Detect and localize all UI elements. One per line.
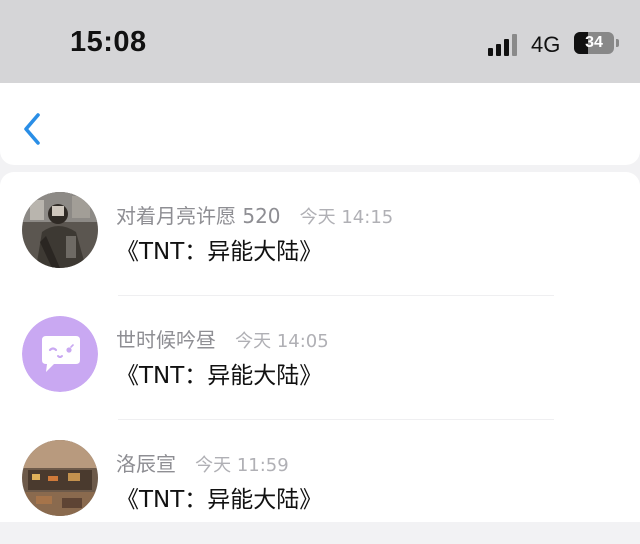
notification-meta: 洛辰宣 今天 11:59 bbox=[116, 448, 289, 477]
navigation-bar bbox=[0, 83, 640, 165]
battery-percent: 34 bbox=[585, 34, 603, 51]
status-bar: 15:08 4G 34 bbox=[0, 0, 640, 83]
back-button[interactable] bbox=[18, 111, 48, 147]
timestamp: 今天 14:15 bbox=[299, 207, 394, 228]
sender-name[interactable]: 洛辰宣 bbox=[116, 452, 176, 476]
battery-icon: 34 bbox=[574, 32, 614, 54]
user-avatar[interactable] bbox=[22, 440, 98, 516]
message-text[interactable]: 《TNT：异能大陆》 bbox=[116, 232, 322, 266]
message-text[interactable]: 《TNT：异能大陆》 bbox=[116, 480, 322, 514]
notification-meta: 世时候吟昼 今天 14:05 bbox=[116, 324, 329, 353]
sender-name[interactable]: 世时候吟昼 bbox=[116, 328, 216, 352]
network-type: 4G bbox=[531, 32, 561, 57]
message-text[interactable]: 《TNT：异能大陆》 bbox=[116, 356, 322, 390]
user-avatar[interactable] bbox=[22, 316, 98, 392]
battery-cap bbox=[616, 39, 619, 47]
list-item[interactable]: 洛辰宣 今天 11:59 《TNT：异能大陆》 bbox=[0, 420, 640, 544]
user-avatar[interactable] bbox=[22, 192, 98, 268]
timestamp: 今天 11:59 bbox=[195, 455, 289, 476]
status-time: 15:08 bbox=[70, 26, 147, 58]
signal-strength-icon bbox=[488, 34, 520, 56]
list-item[interactable]: 对着月亮许愿 520 今天 14:15 《TNT：异能大陆》 bbox=[0, 172, 640, 296]
timestamp: 今天 14:05 bbox=[235, 331, 329, 352]
notification-list: 对着月亮许愿 520 今天 14:15 《TNT：异能大陆》 世时候吟昼 今天 … bbox=[0, 172, 640, 522]
chevron-left-icon bbox=[24, 113, 40, 145]
sender-name[interactable]: 对着月亮许愿 520 bbox=[116, 204, 281, 228]
notification-meta: 对着月亮许愿 520 今天 14:15 bbox=[116, 200, 393, 229]
list-item[interactable]: 世时候吟昼 今天 14:05 《TNT：异能大陆》 bbox=[0, 296, 640, 420]
